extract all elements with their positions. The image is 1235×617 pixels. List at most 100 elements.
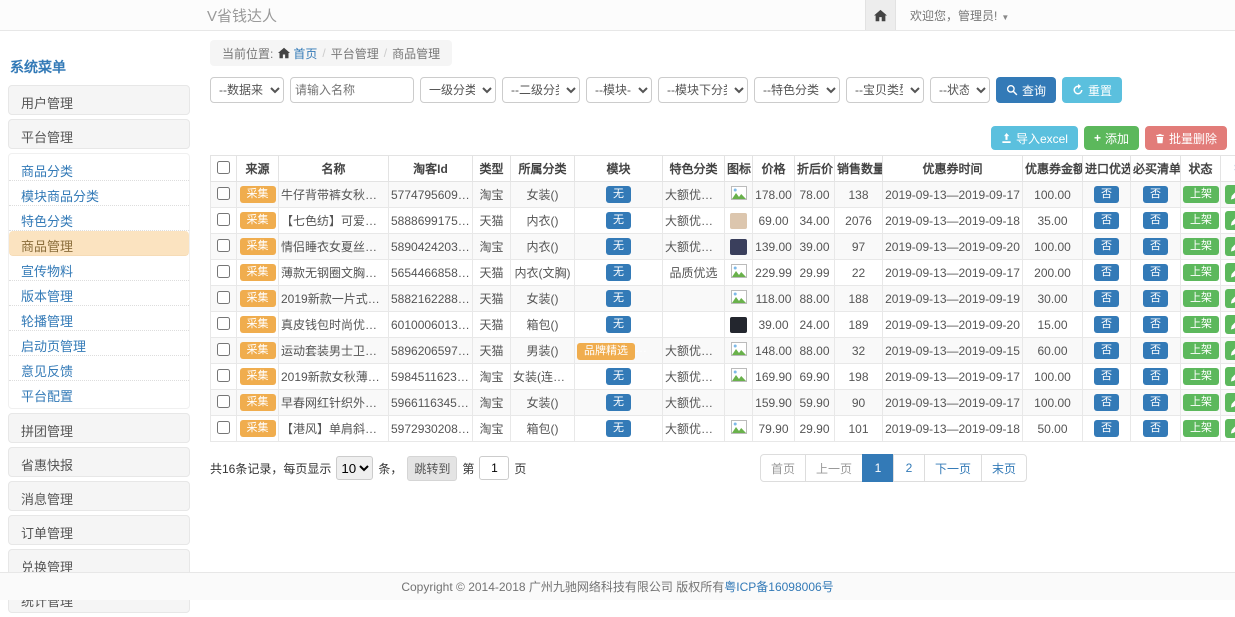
module-badge: 无 <box>606 238 631 256</box>
module-sub-category-select[interactable]: --模块下分类-- <box>658 77 748 103</box>
imported-toggle[interactable]: 否 <box>1094 368 1119 386</box>
add-button[interactable]: + 添加 <box>1084 126 1139 150</box>
status-toggle[interactable]: 上架 <box>1183 186 1219 204</box>
edit-button[interactable] <box>1225 237 1235 256</box>
edit-button[interactable] <box>1225 419 1235 438</box>
jump-page-input[interactable] <box>479 456 509 480</box>
must-buy-toggle[interactable]: 否 <box>1143 420 1168 438</box>
imported-toggle[interactable]: 否 <box>1094 264 1119 282</box>
status-toggle[interactable]: 上架 <box>1183 238 1219 256</box>
page-1-button[interactable]: 1 <box>862 454 894 482</box>
must-buy-toggle[interactable]: 否 <box>1143 186 1168 204</box>
row-checkbox[interactable] <box>217 265 230 278</box>
imported-toggle[interactable]: 否 <box>1094 238 1119 256</box>
status-toggle[interactable]: 上架 <box>1183 394 1219 412</box>
status-toggle[interactable]: 上架 <box>1183 264 1219 282</box>
sidebar-item-order-management[interactable]: 订单管理 <box>8 515 190 545</box>
level2-category-select[interactable]: --二级分类-- <box>502 77 580 103</box>
must-buy-toggle[interactable]: 否 <box>1143 394 1168 412</box>
must-buy-toggle[interactable]: 否 <box>1143 368 1168 386</box>
sidebar-item-feedback[interactable]: 意见反馈 <box>9 356 189 381</box>
breadcrumb-home-link[interactable]: 首页 <box>278 45 317 62</box>
name-input[interactable] <box>290 77 414 103</box>
imported-toggle[interactable]: 否 <box>1094 394 1119 412</box>
sidebar-item-module-goods-category[interactable]: 模块商品分类 <box>9 181 189 206</box>
search-button[interactable]: 查询 <box>996 77 1056 103</box>
last-page-button[interactable]: 末页 <box>981 454 1027 482</box>
sidebar-item-promo-materials[interactable]: 宣传物料 <box>9 256 189 281</box>
batch-delete-button[interactable]: 批量删除 <box>1145 126 1227 150</box>
product-thumbnail <box>730 317 747 333</box>
sidebar-item-version-management[interactable]: 版本管理 <box>9 281 189 306</box>
sidebar-item-user-management[interactable]: 用户管理 <box>8 85 190 115</box>
reset-button[interactable]: 重置 <box>1062 77 1122 103</box>
sidebar-item-goods-category[interactable]: 商品分类 <box>9 156 189 181</box>
row-checkbox[interactable] <box>217 343 230 356</box>
cell-coupon-time: 2019-09-13—2019-09-15 <box>883 338 1023 364</box>
sidebar-item-carousel-management[interactable]: 轮播管理 <box>9 306 189 331</box>
babe-type-select[interactable]: --宝贝类型-- <box>846 77 924 103</box>
select-all-checkbox[interactable] <box>217 161 230 174</box>
imported-toggle[interactable]: 否 <box>1094 342 1119 360</box>
must-buy-toggle[interactable]: 否 <box>1143 238 1168 256</box>
jump-button[interactable]: 跳转到 <box>407 456 457 481</box>
cell-price: 69.00 <box>753 208 795 234</box>
status-toggle[interactable]: 上架 <box>1183 212 1219 230</box>
edit-button[interactable] <box>1225 315 1235 334</box>
row-checkbox[interactable] <box>217 317 230 330</box>
must-buy-toggle[interactable]: 否 <box>1143 342 1168 360</box>
row-checkbox[interactable] <box>217 187 230 200</box>
imported-toggle[interactable]: 否 <box>1094 420 1119 438</box>
sidebar-item-group-buy-management[interactable]: 拼团管理 <box>8 413 190 443</box>
edit-button[interactable] <box>1225 211 1235 230</box>
special-category-select[interactable]: --特色分类-- <box>754 77 840 103</box>
row-checkbox[interactable] <box>217 421 230 434</box>
sidebar-item-saving-express[interactable]: 省惠快报 <box>8 447 190 477</box>
imported-toggle[interactable]: 否 <box>1094 290 1119 308</box>
sidebar-item-special-category[interactable]: 特色分类 <box>9 206 189 231</box>
level1-category-select[interactable]: 一级分类 <box>420 77 496 103</box>
import-excel-button[interactable]: 导入excel <box>991 126 1078 150</box>
module-select[interactable]: --模块-- <box>586 77 652 103</box>
edit-button[interactable] <box>1225 263 1235 282</box>
must-buy-toggle[interactable]: 否 <box>1143 316 1168 334</box>
row-checkbox[interactable] <box>217 213 230 226</box>
status-toggle[interactable]: 上架 <box>1183 342 1219 360</box>
sidebar-item-platform-config[interactable]: 平台配置 <box>9 381 189 406</box>
first-page-button[interactable]: 首页 <box>760 454 806 482</box>
row-checkbox[interactable] <box>217 369 230 382</box>
must-buy-toggle[interactable]: 否 <box>1143 264 1168 282</box>
imported-toggle[interactable]: 否 <box>1094 186 1119 204</box>
sidebar-item-platform-management[interactable]: 平台管理 <box>8 119 190 149</box>
edit-button[interactable] <box>1225 393 1235 412</box>
edit-button[interactable] <box>1225 185 1235 204</box>
imported-toggle[interactable]: 否 <box>1094 316 1119 334</box>
imported-toggle[interactable]: 否 <box>1094 212 1119 230</box>
must-buy-toggle[interactable]: 否 <box>1143 290 1168 308</box>
status-toggle[interactable]: 上架 <box>1183 368 1219 386</box>
sidebar-item-message-management[interactable]: 消息管理 <box>8 481 190 511</box>
data-source-select[interactable]: --数据来源-- <box>210 77 284 103</box>
row-checkbox[interactable] <box>217 291 230 304</box>
icp-link[interactable]: 粤ICP备16098006号 <box>724 578 833 595</box>
sidebar-item-splash-page-management[interactable]: 启动页管理 <box>9 331 189 356</box>
row-checkbox[interactable] <box>217 395 230 408</box>
prev-page-button[interactable]: 上一页 <box>805 454 863 482</box>
edit-button[interactable] <box>1225 341 1235 360</box>
edit-button[interactable] <box>1225 367 1235 386</box>
cell-must-buy: 否 <box>1131 364 1181 390</box>
page-2-button[interactable]: 2 <box>893 454 925 482</box>
status-toggle[interactable]: 上架 <box>1183 420 1219 438</box>
status-toggle[interactable]: 上架 <box>1183 290 1219 308</box>
status-select[interactable]: --状态-- <box>930 77 990 103</box>
page-size-select[interactable]: 10 <box>336 456 373 480</box>
home-button[interactable] <box>865 0 896 30</box>
next-page-button[interactable]: 下一页 <box>924 454 982 482</box>
must-buy-toggle[interactable]: 否 <box>1143 212 1168 230</box>
sidebar-item-goods-management[interactable]: 商品管理 <box>9 231 189 256</box>
source-badge: 采集 <box>240 238 276 256</box>
status-toggle[interactable]: 上架 <box>1183 316 1219 334</box>
row-checkbox[interactable] <box>217 239 230 252</box>
edit-button[interactable] <box>1225 289 1235 308</box>
user-menu[interactable]: 欢迎您，管理员!▼ <box>896 7 1023 24</box>
